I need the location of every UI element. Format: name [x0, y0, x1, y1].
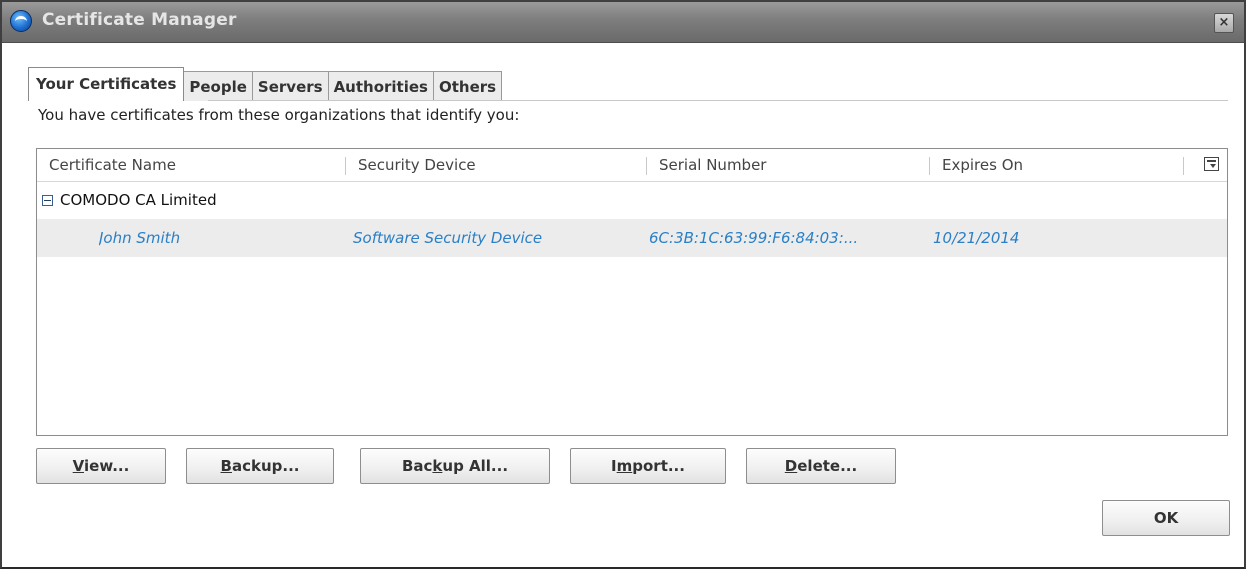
column-header-serial-number[interactable]: Serial Number	[647, 149, 929, 181]
button-label: elete...	[797, 457, 858, 475]
group-label: COMODO CA Limited	[60, 191, 217, 209]
view-button[interactable]: View...	[36, 448, 166, 484]
column-header-expires-on[interactable]: Expires On	[930, 149, 1180, 181]
button-label: Bac	[401, 457, 433, 475]
tree-group-row[interactable]: COMODO CA Limited	[37, 182, 1227, 219]
cell-expires-on: 10/21/2014	[933, 229, 1020, 247]
button-label: port...	[632, 457, 685, 475]
collapse-icon[interactable]	[42, 195, 53, 206]
tab-divider	[208, 100, 1228, 101]
column-separator[interactable]	[1183, 157, 1184, 175]
delete-button[interactable]: Delete...	[746, 448, 896, 484]
accelerator-key: D	[784, 457, 798, 475]
tab-others[interactable]: Others	[432, 71, 503, 101]
button-label: iew...	[84, 457, 130, 475]
title-bar[interactable]: Certificate Manager ×	[2, 2, 1244, 43]
certificate-tree[interactable]: Certificate Name Security Device Serial …	[36, 148, 1228, 436]
tab-authorities[interactable]: Authorities	[327, 71, 434, 101]
accelerator-key: V	[72, 457, 85, 475]
tab-strip: Your Certificates People Servers Authori…	[28, 67, 503, 101]
close-button[interactable]: ×	[1214, 13, 1234, 33]
cell-serial-number: 6C:3B:1C:63:99:F6:84:03:...	[649, 229, 859, 247]
column-header-certificate-name[interactable]: Certificate Name	[37, 149, 345, 181]
tab-servers[interactable]: Servers	[251, 71, 329, 101]
backup-button[interactable]: Backup...	[186, 448, 334, 484]
import-button[interactable]: Import...	[570, 448, 726, 484]
ok-button[interactable]: OK	[1102, 500, 1230, 536]
cell-certificate-name: John Smith	[99, 229, 181, 247]
certificate-manager-window: Certificate Manager × Your Certificates …	[0, 0, 1246, 569]
window-title: Certificate Manager	[42, 10, 237, 30]
cell-security-device: Software Security Device	[353, 229, 543, 247]
button-label: up All...	[442, 457, 509, 475]
button-label: ackup...	[231, 457, 300, 475]
accelerator-key: k	[432, 457, 443, 475]
certificate-row[interactable]: John Smith Software Security Device 6C:3…	[37, 219, 1227, 257]
tab-your-certificates[interactable]: Your Certificates	[28, 67, 185, 101]
column-header-security-device[interactable]: Security Device	[346, 149, 646, 181]
close-icon: ×	[1218, 15, 1230, 30]
accelerator-key: B	[220, 457, 232, 475]
app-globe-icon	[10, 10, 32, 32]
tab-people[interactable]: People	[183, 71, 253, 101]
accelerator-key: m	[616, 457, 633, 475]
description-text: You have certificates from these organiz…	[38, 106, 520, 124]
tree-header: Certificate Name Security Device Serial …	[37, 149, 1227, 182]
column-picker-icon[interactable]	[1204, 157, 1219, 171]
backup-all-button[interactable]: Backup All...	[360, 448, 550, 484]
